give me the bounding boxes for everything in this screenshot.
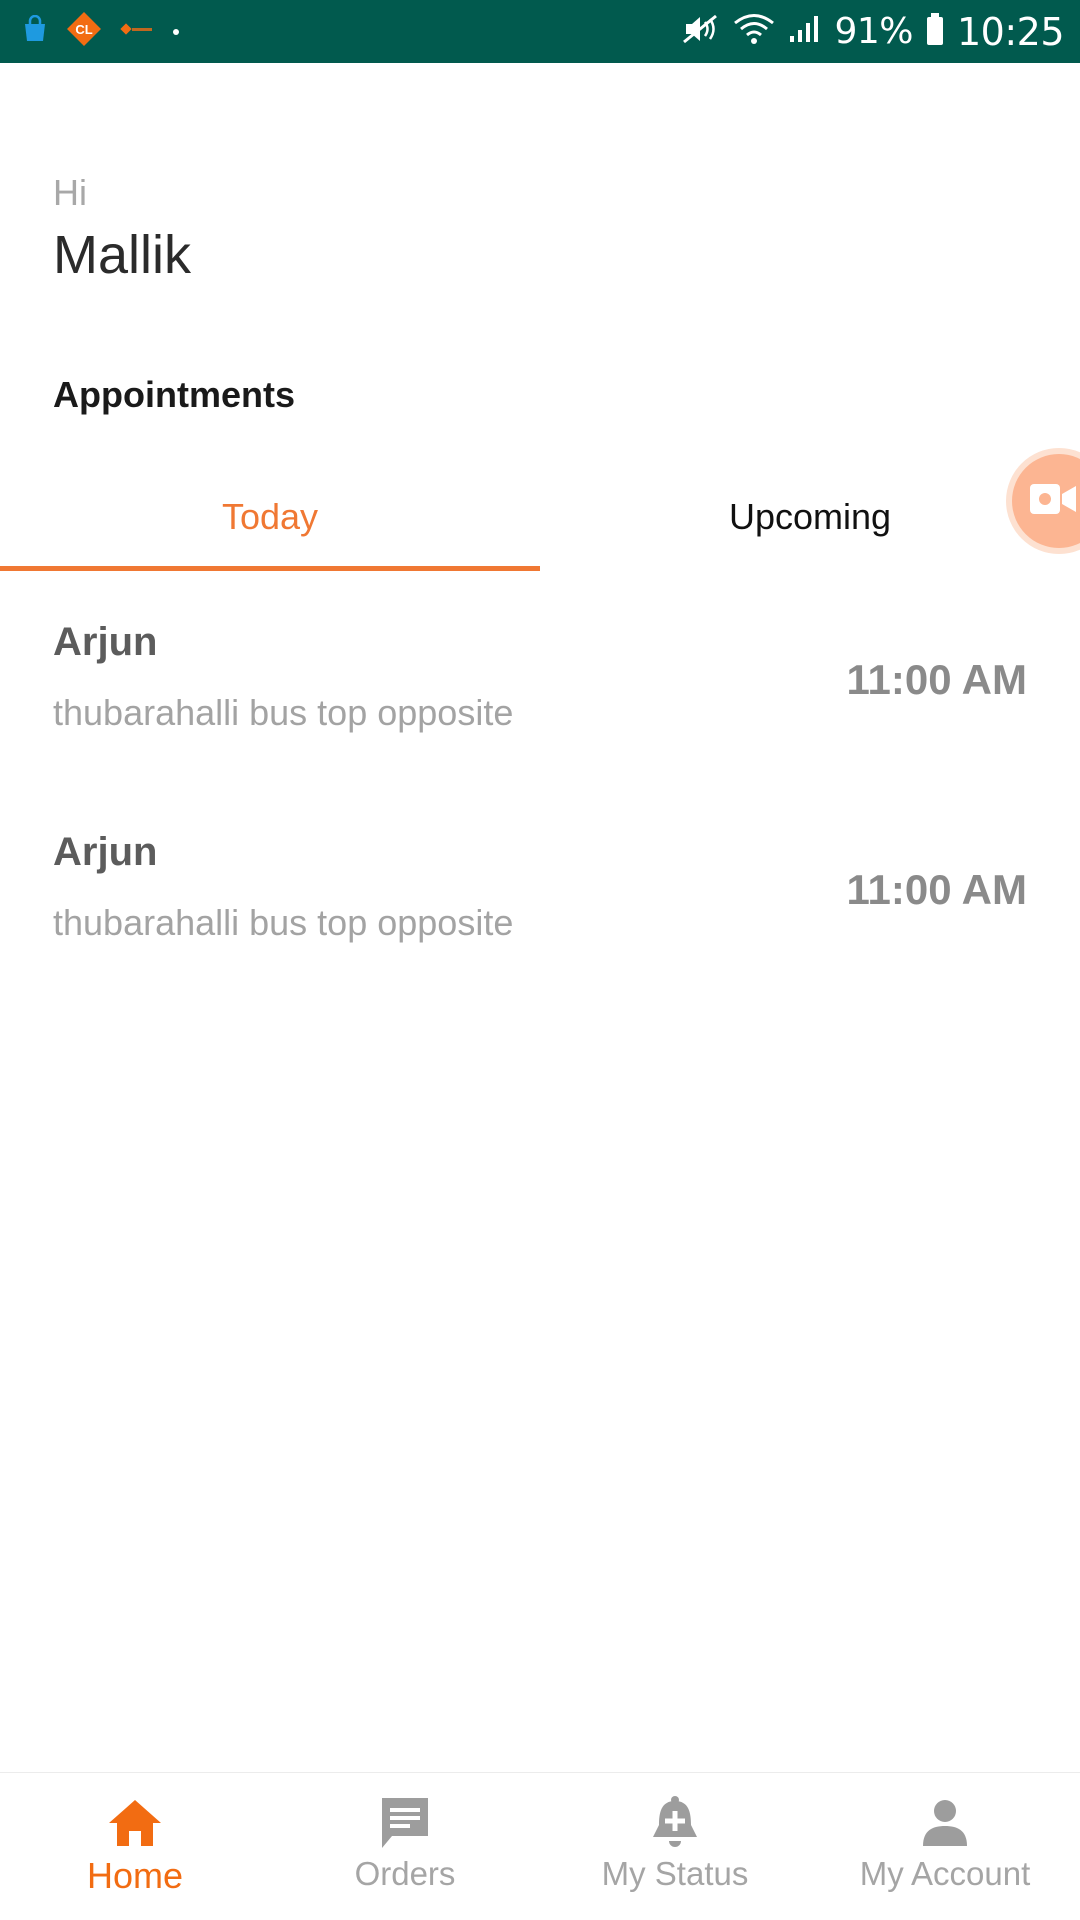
nav-orders[interactable]: Orders	[270, 1773, 540, 1920]
bag-icon	[22, 14, 48, 48]
home-icon	[107, 1795, 163, 1851]
list-item[interactable]: Arjun thubarahalli bus top opposite 11:0…	[0, 830, 1080, 980]
bottom-nav: Home Orders My Status My Account	[0, 1772, 1080, 1920]
list-item[interactable]: Arjun thubarahalli bus top opposite 11:0…	[0, 620, 1080, 770]
appointments-tabs: Today Upcoming	[0, 462, 1080, 572]
nav-home-label: Home	[86, 1855, 184, 1896]
appointment-client-name: Arjun	[53, 620, 158, 664]
tab-active-indicator	[0, 566, 540, 571]
nav-orders-label: Orders	[354, 1855, 456, 1892]
app-screen: CL 91% 10:25 Hi Mallik Appointments Toda…	[0, 0, 1080, 1920]
app-logo-icon	[120, 21, 154, 42]
battery-icon	[925, 12, 945, 51]
appointments-title: Appointments	[53, 374, 295, 415]
appointment-time: 11:00 AM	[846, 866, 1027, 913]
cl-app-icon: CL	[66, 11, 102, 52]
appointment-address: thubarahalli bus top opposite	[53, 692, 514, 733]
appointment-address: thubarahalli bus top opposite	[53, 902, 514, 943]
nav-my-status-label: My Status	[601, 1855, 749, 1892]
greeting-hi: Hi	[53, 172, 87, 213]
signal-icon	[788, 14, 822, 49]
nav-my-account-label: My Account	[859, 1855, 1031, 1892]
status-bar-system: 91% 10:25	[668, 9, 1065, 54]
dot-icon	[172, 23, 180, 41]
status-bar-notifications: CL	[22, 11, 198, 52]
mute-icon	[680, 12, 720, 51]
svg-text:CL: CL	[75, 22, 92, 37]
appointment-time: 11:00 AM	[846, 656, 1027, 703]
wifi-icon	[732, 12, 776, 51]
nav-my-account[interactable]: My Account	[810, 1773, 1080, 1920]
tab-today[interactable]: Today	[0, 462, 540, 572]
person-icon	[921, 1795, 969, 1851]
appointment-client-name: Arjun	[53, 830, 158, 874]
battery-percent: 91%	[834, 11, 913, 52]
user-name: Mallik	[53, 225, 192, 285]
nav-my-status[interactable]: My Status	[540, 1773, 810, 1920]
clock: 10:25	[956, 9, 1065, 54]
status-bar: CL 91% 10:25	[0, 0, 1080, 63]
chat-icon	[378, 1795, 432, 1851]
bell-plus-icon	[649, 1795, 701, 1851]
nav-home[interactable]: Home	[0, 1773, 270, 1920]
tab-upcoming[interactable]: Upcoming	[540, 462, 1080, 572]
video-camera-icon	[1030, 482, 1080, 521]
